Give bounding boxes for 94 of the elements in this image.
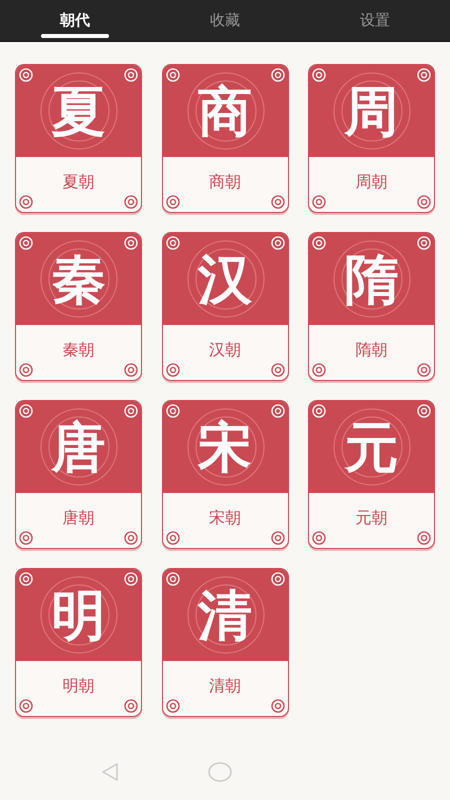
ring-icon: [270, 404, 284, 418]
tab[interactable]: 收藏: [150, 0, 300, 41]
dynasty-label: 唐朝: [62, 508, 94, 529]
ring-icon: [312, 195, 326, 209]
ring-icon: [19, 572, 33, 586]
circle-pattern-icon: [186, 239, 266, 319]
dynasty-card[interactable]: 唐 唐朝: [15, 400, 142, 549]
dynasty-glyph: 秦: [52, 252, 106, 306]
ring-icon: [270, 699, 284, 713]
dynasty-glyph: 唐: [52, 420, 106, 474]
ring-icon: [124, 531, 138, 545]
dynasty-label: 周朝: [356, 172, 388, 193]
dynasty-card[interactable]: 明 明朝: [15, 568, 142, 717]
dynasty-card[interactable]: 夏 夏朝: [15, 64, 142, 213]
circle-pattern-icon: [186, 575, 266, 655]
dynasty-card[interactable]: 商 商朝: [162, 64, 288, 213]
ring-icon: [312, 404, 326, 418]
circle-pattern-icon: [39, 239, 119, 319]
ring-icon: [124, 363, 138, 377]
ring-icon: [166, 68, 180, 82]
dynasty-glyph: 周: [344, 84, 398, 138]
ring-icon: [270, 68, 284, 82]
ring-icon: [417, 68, 431, 82]
ring-icon: [270, 572, 284, 586]
dynasty-glyph: 夏: [52, 84, 106, 138]
ring-icon: [166, 195, 180, 209]
ring-icon: [124, 68, 138, 82]
ring-icon: [417, 531, 431, 545]
dynasty-card[interactable]: 秦 秦朝: [15, 232, 142, 381]
circle-pattern-icon: [39, 407, 119, 487]
ring-icon: [312, 531, 326, 545]
dynasty-card[interactable]: 隋 隋朝: [308, 232, 435, 381]
back-icon[interactable]: [100, 762, 120, 782]
dynasty-label: 秦朝: [62, 340, 94, 361]
ring-icon: [417, 363, 431, 377]
dynasty-label: 元朝: [356, 508, 388, 529]
ring-icon: [124, 236, 138, 250]
tab[interactable]: 设置: [300, 0, 450, 41]
ring-icon: [19, 236, 33, 250]
dynasty-label: 夏朝: [62, 172, 94, 193]
ring-icon: [166, 404, 180, 418]
ring-icon: [19, 195, 33, 209]
ring-icon: [124, 404, 138, 418]
ring-icon: [124, 195, 138, 209]
ring-icon: [166, 531, 180, 545]
ring-icon: [270, 236, 284, 250]
ring-icon: [19, 531, 33, 545]
ring-icon: [417, 195, 431, 209]
ring-icon: [417, 404, 431, 418]
ring-icon: [166, 572, 180, 586]
dynasty-label: 隋朝: [356, 340, 388, 361]
dynasty-glyph: 明: [52, 588, 106, 642]
dynasty-label: 宋朝: [209, 508, 241, 529]
ring-icon: [312, 68, 326, 82]
circle-pattern-icon: [39, 71, 119, 151]
dynasty-card[interactable]: 元 元朝: [308, 400, 435, 549]
dynasty-glyph: 元: [344, 420, 398, 474]
ring-icon: [19, 363, 33, 377]
ring-icon: [166, 363, 180, 377]
circle-pattern-icon: [332, 239, 412, 319]
home-icon[interactable]: [208, 762, 232, 782]
ring-icon: [417, 236, 431, 250]
ring-icon: [19, 699, 33, 713]
dynasty-glyph: 隋: [344, 252, 398, 306]
ring-icon: [166, 699, 180, 713]
dynasty-card[interactable]: 宋 宋朝: [162, 400, 288, 549]
ring-icon: [270, 195, 284, 209]
dynasty-label: 明朝: [62, 676, 94, 697]
tab[interactable]: 朝代: [0, 0, 150, 41]
ring-icon: [270, 531, 284, 545]
dynasty-card[interactable]: 周 周朝: [308, 64, 435, 213]
dynasty-card[interactable]: 汉 汉朝: [162, 232, 288, 381]
circle-pattern-icon: [39, 575, 119, 655]
dynasty-glyph: 宋: [198, 420, 252, 474]
dynasty-glyph: 商: [198, 84, 252, 138]
ring-icon: [312, 236, 326, 250]
circle-pattern-icon: [332, 71, 412, 151]
dynasty-card[interactable]: 清 清朝: [162, 568, 288, 717]
ring-icon: [166, 236, 180, 250]
ring-icon: [270, 363, 284, 377]
dynasty-label: 汉朝: [209, 340, 241, 361]
tab-indicator: [41, 34, 109, 38]
ring-icon: [312, 363, 326, 377]
ring-icon: [124, 572, 138, 586]
circle-pattern-icon: [332, 407, 412, 487]
circle-pattern-icon: [186, 407, 266, 487]
dynasty-glyph: 清: [198, 588, 252, 642]
ring-icon: [19, 68, 33, 82]
circle-pattern-icon: [186, 71, 266, 151]
dynasty-label: 清朝: [209, 676, 241, 697]
ring-icon: [19, 404, 33, 418]
dynasty-label: 商朝: [209, 172, 241, 193]
ring-icon: [124, 699, 138, 713]
dynasty-glyph: 汉: [198, 252, 252, 306]
